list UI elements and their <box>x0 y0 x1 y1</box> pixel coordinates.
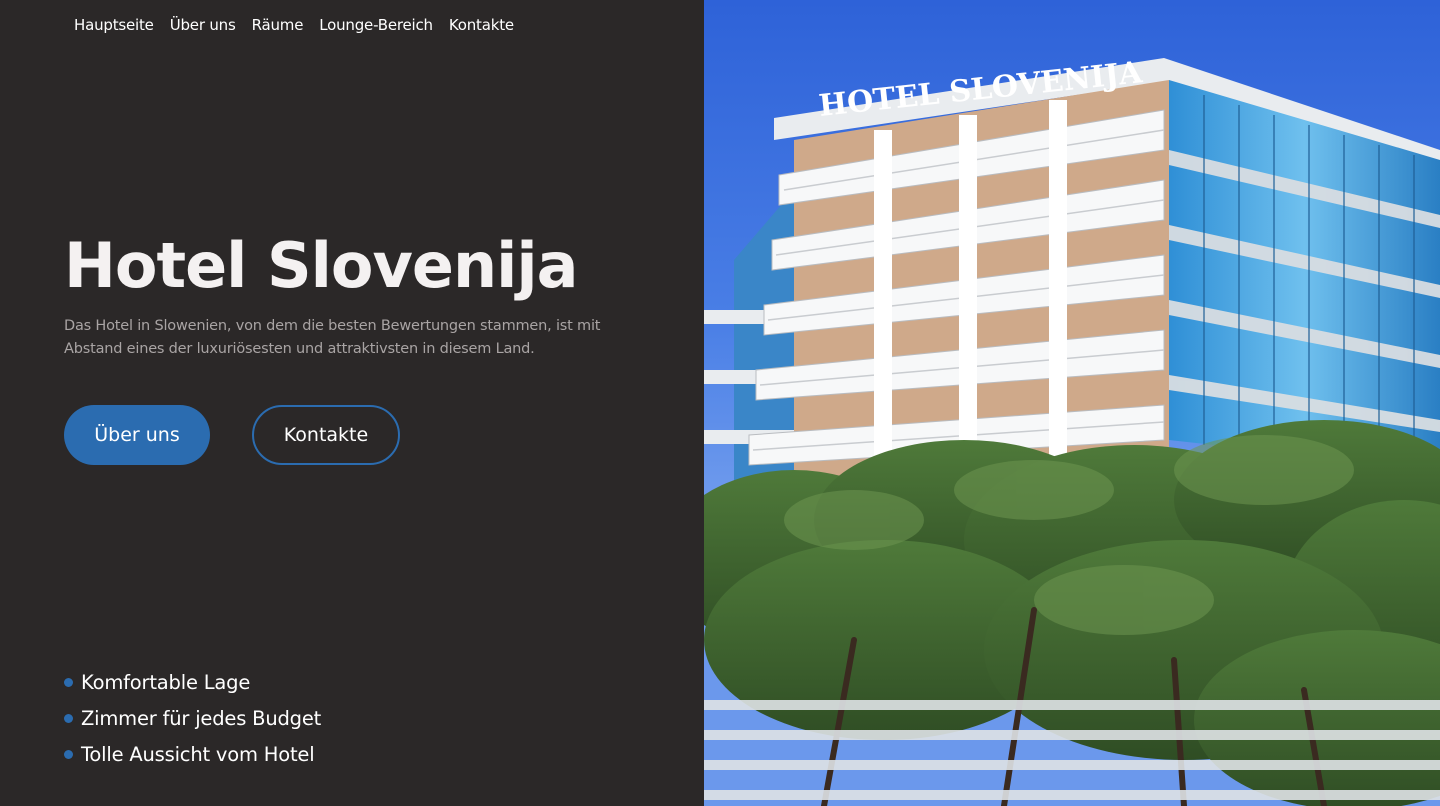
page-title: Hotel Slovenija <box>64 229 578 302</box>
feature-label: Tolle Aussicht vom Hotel <box>81 742 315 766</box>
nav-item-contacts[interactable]: Kontakte <box>449 14 514 36</box>
nav-item-lounge[interactable]: Lounge-Bereich <box>319 14 433 36</box>
list-item: Zimmer für jedes Budget <box>64 700 321 736</box>
feature-list: Komfortable Lage Zimmer für jedes Budget… <box>64 664 321 772</box>
hero-description: Das Hotel in Slowenien, von dem die best… <box>64 318 601 357</box>
bullet-icon <box>64 749 73 759</box>
main-nav: Hauptseite Über uns Räume Lounge-Bereich… <box>74 14 530 36</box>
nav-item-home[interactable]: Hauptseite <box>74 14 154 36</box>
nav-item-about[interactable]: Über uns <box>170 14 236 36</box>
list-item: Komfortable Lage <box>64 664 321 700</box>
nav-item-rooms[interactable]: Räume <box>252 14 304 36</box>
hotel-photo: HOTEL SLOVENIJA <box>704 0 1440 806</box>
hotel-building-illustration: HOTEL SLOVENIJA <box>704 55 1440 806</box>
hero-panel: Hauptseite Über uns Räume Lounge-Bereich… <box>0 0 704 806</box>
bullet-icon <box>64 713 73 723</box>
bullet-icon <box>64 677 73 687</box>
feature-label: Zimmer für jedes Budget <box>81 706 322 730</box>
feature-label: Komfortable Lage <box>81 670 251 694</box>
contacts-button[interactable]: Kontakte <box>252 405 400 465</box>
list-item: Tolle Aussicht vom Hotel <box>64 736 321 772</box>
about-button[interactable]: Über uns <box>64 405 210 465</box>
